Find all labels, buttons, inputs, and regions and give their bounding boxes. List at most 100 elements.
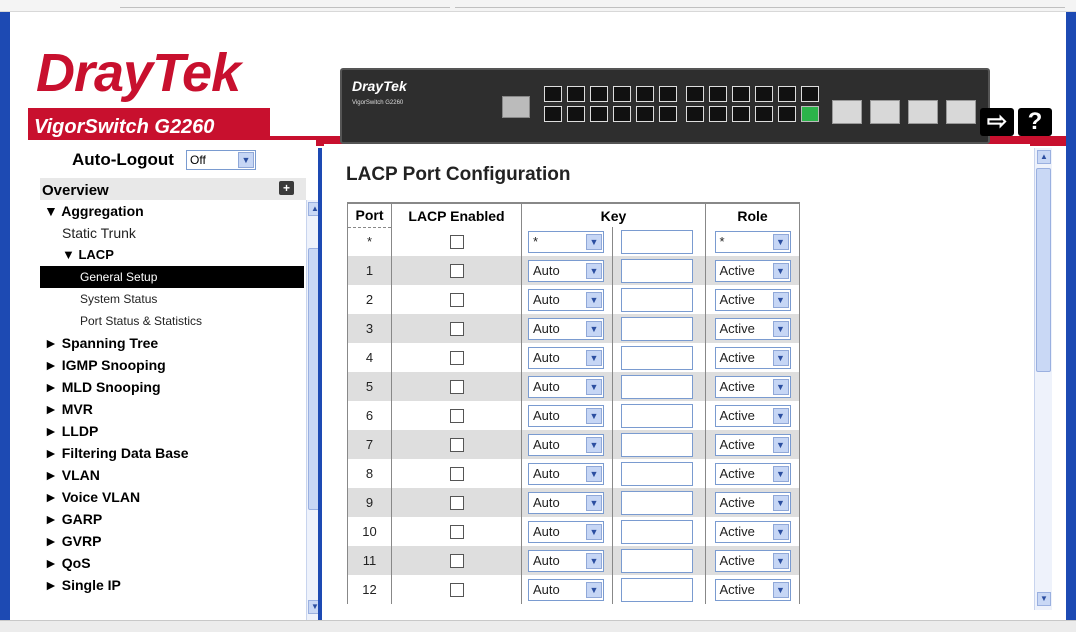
- role-select[interactable]: Active ▼: [714, 462, 791, 485]
- lacp-enabled-checkbox[interactable]: [449, 496, 464, 511]
- role-select[interactable]: Active ▼: [714, 317, 791, 340]
- key-value-input[interactable]: [621, 577, 693, 602]
- port-icon[interactable]: [613, 106, 631, 122]
- expand-plus-icon[interactable]: +: [279, 181, 294, 195]
- port-icon[interactable]: [544, 86, 562, 102]
- key-select[interactable]: Auto ▼: [528, 404, 604, 427]
- menu-item-voice-vlan[interactable]: ► Voice VLAN: [40, 486, 304, 508]
- logout-arrow-icon[interactable]: ⇨: [980, 108, 1014, 136]
- menu-item-system-status[interactable]: System Status: [40, 288, 304, 310]
- key-value-input[interactable]: [621, 374, 693, 399]
- role-select[interactable]: Active ▼: [714, 259, 791, 282]
- port-icon[interactable]: [686, 106, 704, 122]
- port-icon[interactable]: [544, 106, 562, 122]
- key-value-input[interactable]: [621, 548, 693, 573]
- sfp-port-icon[interactable]: [946, 100, 976, 124]
- lacp-enabled-checkbox[interactable]: [449, 322, 464, 337]
- key-select[interactable]: Auto ▼: [528, 375, 604, 398]
- role-select[interactable]: Active ▼: [714, 375, 791, 398]
- key-select[interactable]: Auto ▼: [528, 346, 604, 369]
- key-select[interactable]: Auto ▼: [528, 578, 604, 601]
- menu-item-spanning-tree[interactable]: ► Spanning Tree: [40, 332, 304, 354]
- lacp-enabled-checkbox[interactable]: [449, 380, 464, 395]
- port-icon[interactable]: [659, 86, 677, 102]
- port-icon[interactable]: [590, 86, 608, 102]
- menu-item-filtering-data-base[interactable]: ► Filtering Data Base: [40, 442, 304, 464]
- role-select[interactable]: Active ▼: [714, 346, 791, 369]
- role-select[interactable]: Active ▼: [714, 288, 791, 311]
- content-scroll-thumb[interactable]: [1036, 168, 1051, 372]
- menu-item-aggregation[interactable]: ▼ Aggregation: [40, 200, 304, 222]
- menu-item-static-trunk[interactable]: Static Trunk: [40, 222, 304, 244]
- role-select[interactable]: Active ▼: [714, 520, 791, 543]
- content-scrollbar[interactable]: ▲ ▼: [1034, 148, 1052, 610]
- lacp-enabled-checkbox[interactable]: [449, 554, 464, 569]
- key-select[interactable]: Auto ▼: [528, 317, 604, 340]
- key-value-input[interactable]: [621, 316, 693, 341]
- auto-logout-select[interactable]: Off ▼: [186, 150, 256, 170]
- port-icon[interactable]: [709, 86, 727, 102]
- key-select[interactable]: * ▼: [528, 230, 604, 253]
- role-select[interactable]: Active ▼: [714, 433, 791, 456]
- help-icon[interactable]: ?: [1018, 108, 1052, 136]
- key-select[interactable]: Auto ▼: [528, 491, 604, 514]
- port-icon[interactable]: [709, 106, 727, 122]
- port-active-icon[interactable]: [801, 106, 819, 122]
- menu-item-mld-snooping[interactable]: ► MLD Snooping: [40, 376, 304, 398]
- port-icon[interactable]: [801, 86, 819, 102]
- role-select[interactable]: Active ▼: [714, 549, 791, 572]
- sfp-port-icon[interactable]: [908, 100, 938, 124]
- port-icon[interactable]: [567, 106, 585, 122]
- overview-header[interactable]: Overview +: [40, 178, 306, 200]
- port-icon[interactable]: [567, 86, 585, 102]
- port-icon[interactable]: [778, 86, 796, 102]
- role-select[interactable]: Active ▼: [714, 491, 791, 514]
- menu-item-gvrp[interactable]: ► GVRP: [40, 530, 304, 552]
- key-value-input[interactable]: [621, 229, 693, 254]
- key-select[interactable]: Auto ▼: [528, 288, 604, 311]
- port-icon[interactable]: [590, 106, 608, 122]
- lacp-enabled-checkbox[interactable]: [449, 293, 464, 308]
- menu-item-port-status-statistics[interactable]: Port Status & Statistics: [40, 310, 304, 332]
- menu-item-lacp[interactable]: ▼ LACP: [40, 244, 304, 266]
- menu-item-garp[interactable]: ► GARP: [40, 508, 304, 530]
- sfp-port-icon[interactable]: [832, 100, 862, 124]
- menu-item-mvr[interactable]: ► MVR: [40, 398, 304, 420]
- lacp-enabled-checkbox[interactable]: [449, 351, 464, 366]
- frame-divider[interactable]: [318, 148, 322, 620]
- menu-item-igmp-snooping[interactable]: ► IGMP Snooping: [40, 354, 304, 376]
- port-icon[interactable]: [732, 106, 750, 122]
- scroll-up-icon[interactable]: ▲: [1037, 150, 1051, 164]
- menu-item-qos[interactable]: ► QoS: [40, 552, 304, 574]
- menu-item-vlan[interactable]: ► VLAN: [40, 464, 304, 486]
- lacp-enabled-checkbox[interactable]: [449, 467, 464, 482]
- port-icon[interactable]: [636, 106, 654, 122]
- key-value-input[interactable]: [621, 258, 693, 283]
- lacp-enabled-checkbox[interactable]: [449, 438, 464, 453]
- role-select[interactable]: Active ▼: [714, 578, 791, 601]
- menu-item-single-ip[interactable]: ► Single IP: [40, 574, 304, 596]
- key-select[interactable]: Auto ▼: [528, 433, 604, 456]
- key-select[interactable]: Auto ▼: [528, 462, 604, 485]
- key-value-input[interactable]: [621, 461, 693, 486]
- port-icon[interactable]: [659, 106, 677, 122]
- port-icon[interactable]: [613, 86, 631, 102]
- key-value-input[interactable]: [621, 519, 693, 544]
- port-icon[interactable]: [636, 86, 654, 102]
- role-select[interactable]: Active ▼: [714, 404, 791, 427]
- key-value-input[interactable]: [621, 432, 693, 457]
- lacp-enabled-checkbox[interactable]: [449, 264, 464, 279]
- key-select[interactable]: Auto ▼: [528, 549, 604, 572]
- menu-item-lldp[interactable]: ► LLDP: [40, 420, 304, 442]
- key-value-input[interactable]: [621, 287, 693, 312]
- port-icon[interactable]: [755, 86, 773, 102]
- lacp-enabled-checkbox[interactable]: [449, 583, 464, 598]
- menu-item-general-setup[interactable]: General Setup: [40, 266, 304, 288]
- sfp-port-icon[interactable]: [870, 100, 900, 124]
- lacp-enabled-checkbox[interactable]: [449, 525, 464, 540]
- lacp-enabled-checkbox[interactable]: [449, 235, 464, 250]
- role-select[interactable]: * ▼: [714, 230, 791, 253]
- key-value-input[interactable]: [621, 403, 693, 428]
- key-select[interactable]: Auto ▼: [528, 259, 604, 282]
- key-select[interactable]: Auto ▼: [528, 520, 604, 543]
